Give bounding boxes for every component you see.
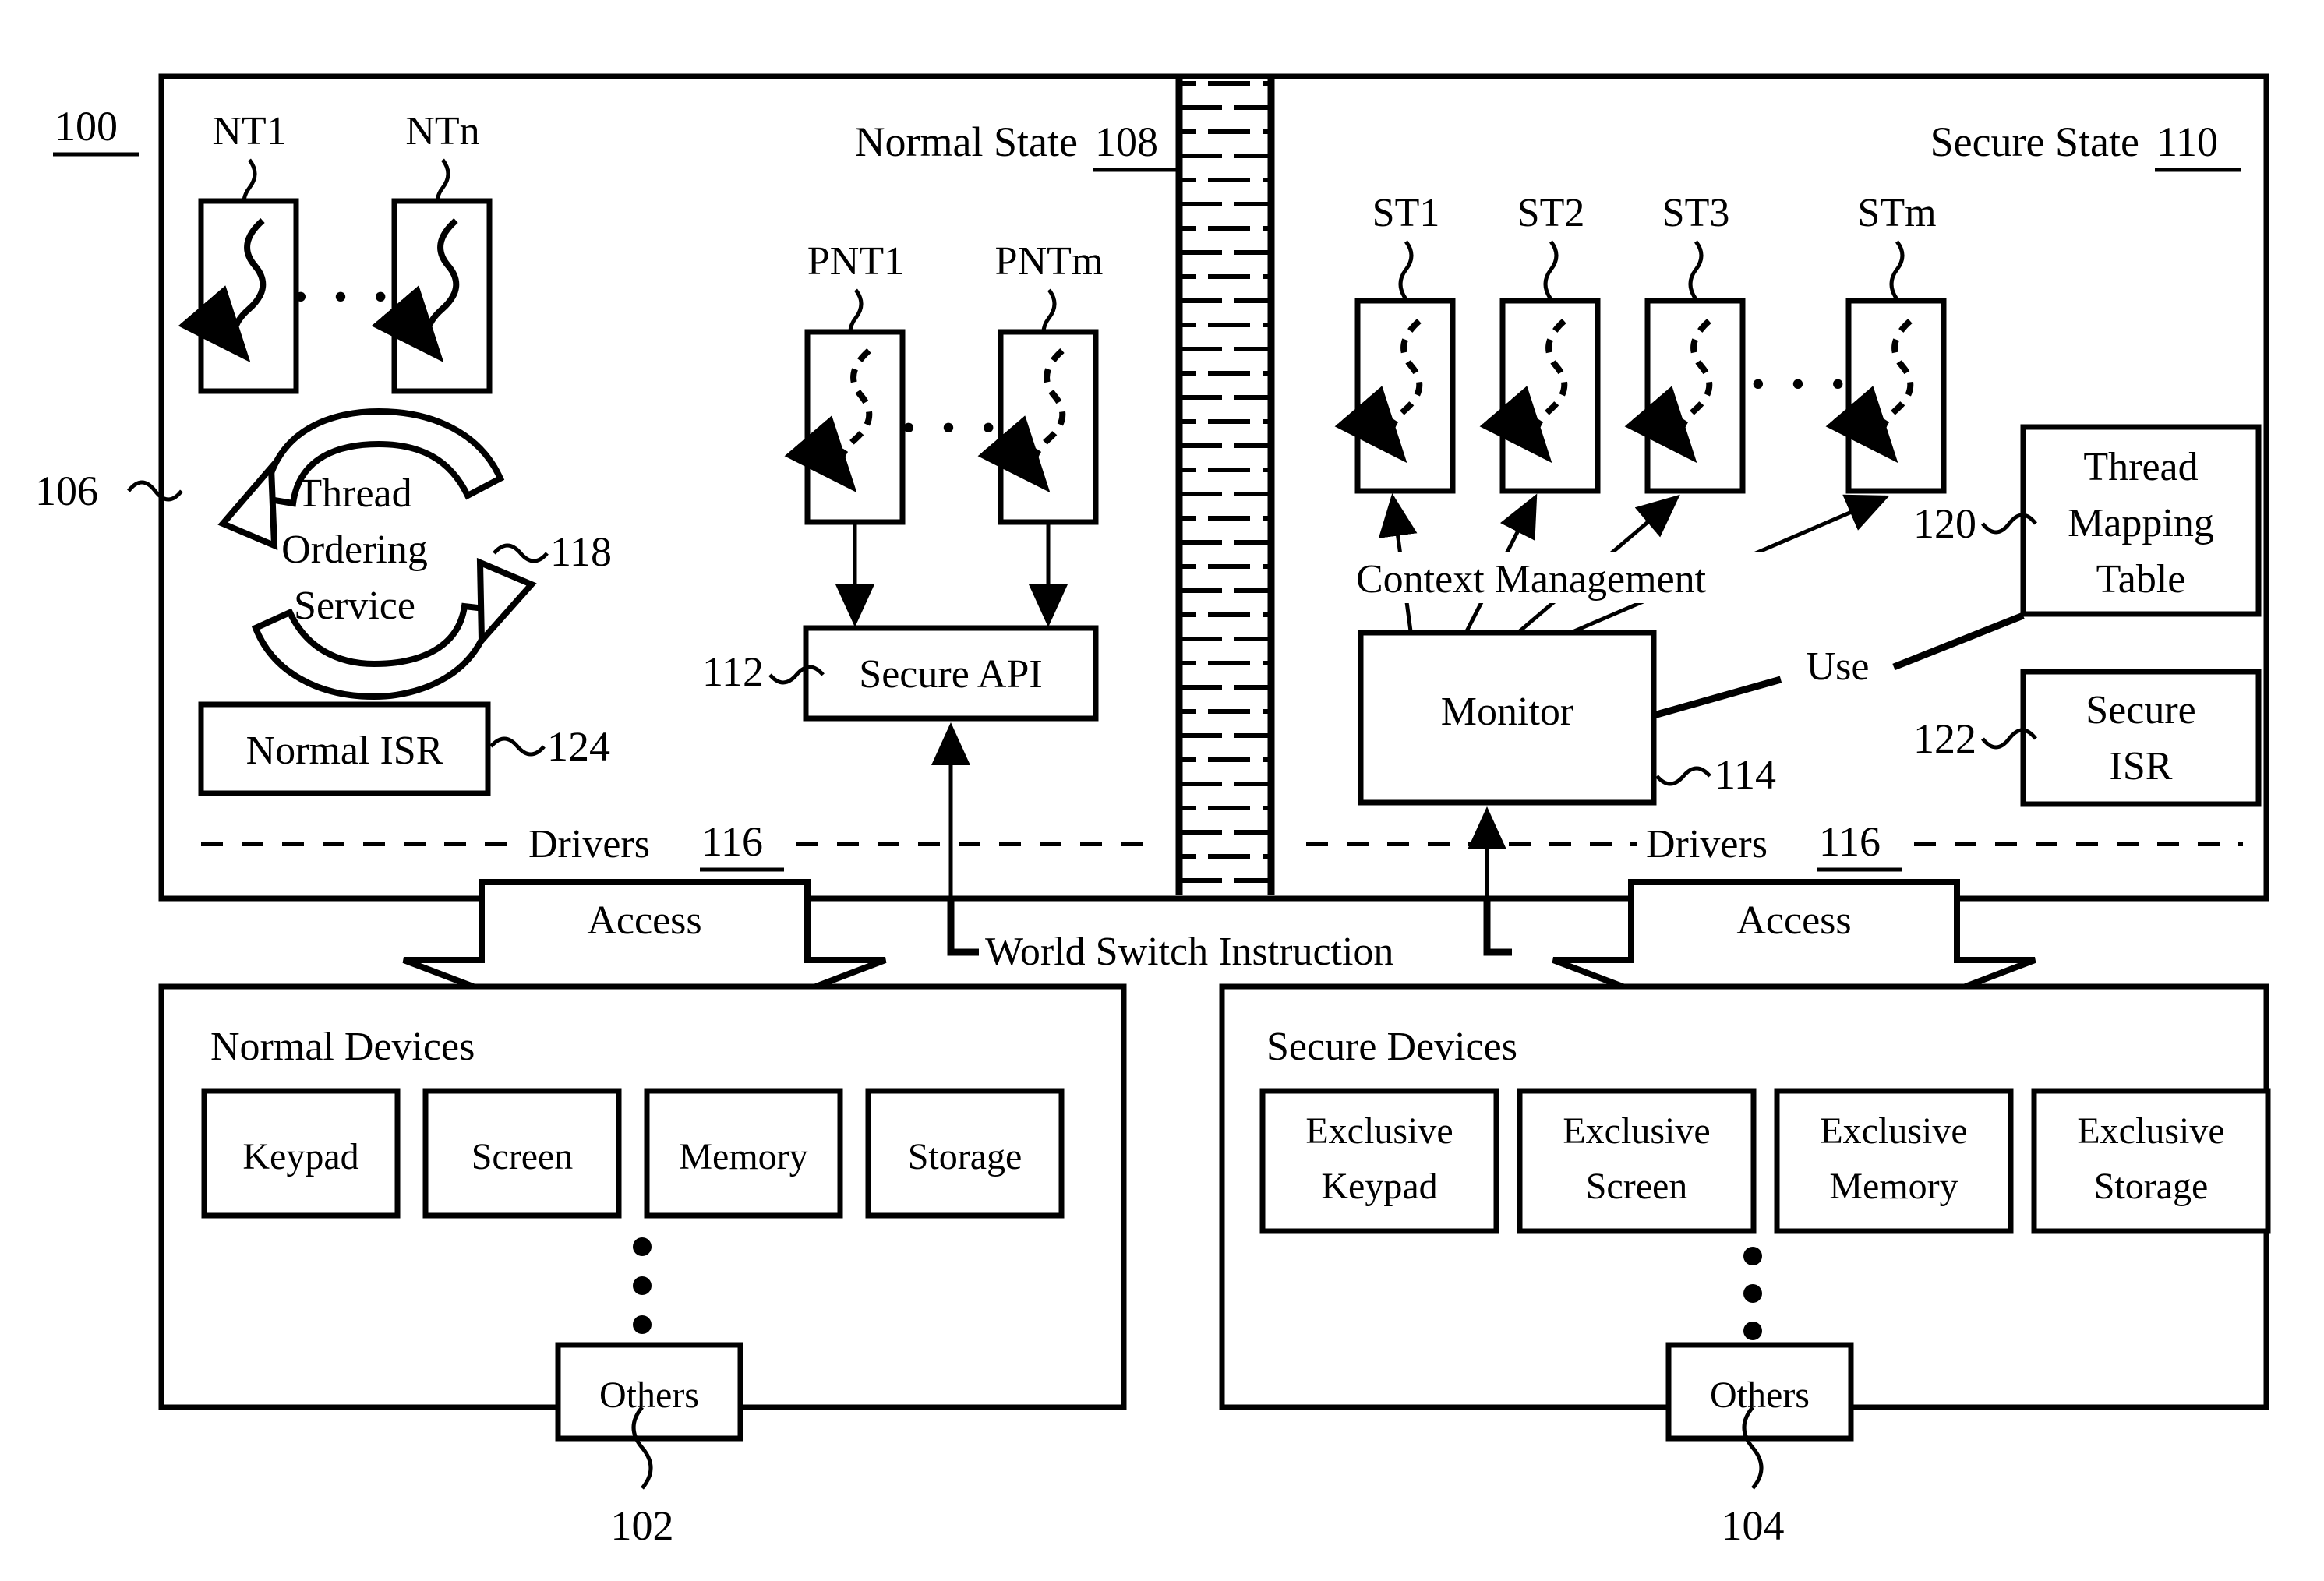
secure-device-memory-line2: Memory — [1829, 1166, 1958, 1207]
nt1-label: NT1 — [212, 109, 286, 154]
secure-devices-vdot-1 — [1743, 1247, 1762, 1265]
secure-state-title: Secure State 110 — [1930, 118, 2241, 172]
normal-thread-nt1: NT1 — [178, 109, 299, 394]
world-switch-instruction: World Switch Instruction — [947, 898, 1512, 974]
normal-state-title: Normal State 108 — [855, 118, 1179, 172]
context-management-label: Context Management — [1356, 557, 1707, 602]
ntn-box — [391, 198, 493, 394]
normal-devices-vdot-1 — [633, 1237, 652, 1256]
world-switch-label: World Switch Instruction — [985, 930, 1393, 974]
st1-box — [1354, 298, 1456, 494]
stm-box — [1845, 298, 1947, 494]
drivers-normal-ref: 116 — [701, 818, 763, 865]
normal-state-label: Normal State — [855, 118, 1078, 165]
patent-figure: 100 106 Normal State 108 Secure State 11… — [0, 0, 2324, 1581]
pntm-label: PNTm — [995, 239, 1104, 284]
access-arrow-normal-label: Access — [587, 898, 701, 943]
pnt-ellipsis: • • • — [902, 406, 1004, 450]
normal-devices-vdot-2 — [633, 1276, 652, 1295]
secure-device-storage-line2: Storage — [2094, 1166, 2209, 1207]
secure-devices-title: Secure Devices — [1266, 1025, 1517, 1069]
normal-device-screen-label: Screen — [472, 1136, 574, 1177]
normal-device-keypad-label: Keypad — [242, 1136, 358, 1177]
st2-label: ST2 — [1517, 191, 1585, 235]
tmt-line3: Table — [2096, 557, 2186, 602]
ref-124-text: 124 — [547, 723, 610, 770]
tos-line3: Service — [294, 584, 415, 628]
pntm-box — [998, 329, 1099, 525]
normal-devices: Normal Devices Keypad Screen Memory Stor… — [158, 983, 1127, 1549]
drivers-normal-label: Drivers — [528, 822, 650, 866]
ref-102-text: 102 — [611, 1502, 674, 1549]
secure-device-screen-line2: Screen — [1586, 1166, 1688, 1207]
pnt1-label: PNT1 — [807, 239, 904, 284]
secure-device-keypad-line2: Keypad — [1321, 1166, 1437, 1207]
secure-isr-line1: Secure — [2086, 688, 2195, 732]
ref-112-text: 112 — [702, 648, 764, 695]
secure-devices-vdot-3 — [1743, 1322, 1762, 1340]
ref-120-text: 120 — [1913, 500, 1976, 547]
monitor-label: Monitor — [1441, 690, 1573, 734]
nt-ellipsis: • • • — [294, 275, 396, 319]
secure-device-screen-line1: Exclusive — [1563, 1110, 1710, 1152]
normal-device-others-label: Others — [599, 1375, 699, 1416]
st1-label: ST1 — [1372, 191, 1440, 235]
world-switch-left-bracket — [947, 898, 979, 956]
normal-thread-ntn: NTn — [371, 109, 493, 394]
tmt-line2: Mapping — [2068, 501, 2214, 545]
secure-device-others-label: Others — [1710, 1375, 1810, 1416]
st3-box — [1644, 298, 1746, 494]
ref-100-text: 100 — [55, 103, 118, 150]
ref-122-text: 122 — [1913, 715, 1976, 762]
ref-118-text: 118 — [550, 528, 612, 575]
secure-device-storage-line1: Exclusive — [2077, 1110, 2224, 1152]
stm-label: STm — [1857, 191, 1936, 235]
tmt-line1: Thread — [2083, 445, 2198, 489]
normal-device-memory-label: Memory — [679, 1136, 807, 1177]
world-switch-right-bracket — [1483, 898, 1512, 956]
st3-label: ST3 — [1662, 191, 1730, 235]
secure-state-ref: 110 — [2156, 118, 2218, 165]
secure-api-label: Secure API — [859, 652, 1042, 697]
tos-line2: Ordering — [281, 528, 428, 572]
ref-100: 100 — [53, 103, 139, 157]
ref-104-text: 104 — [1722, 1502, 1785, 1549]
normal-devices-title: Normal Devices — [210, 1025, 475, 1069]
secure-devices-vdot-2 — [1743, 1284, 1762, 1303]
secure-state-label: Secure State — [1930, 118, 2139, 165]
normal-device-storage-label: Storage — [908, 1136, 1022, 1177]
drivers-secure-ref: 116 — [1819, 818, 1881, 865]
nt1-box — [198, 198, 299, 394]
normal-devices-vdot-3 — [633, 1315, 652, 1334]
tos-line1: Thread — [297, 471, 411, 516]
access-arrow-secure-label: Access — [1736, 898, 1851, 943]
secure-devices: Secure Devices Exclusive Keypad Exclusiv… — [1219, 983, 2271, 1549]
normal-isr-label: Normal ISR — [246, 729, 443, 773]
divider-hatch-fill — [1179, 79, 1271, 895]
ref-114-text: 114 — [1715, 751, 1776, 798]
secure-device-memory-line1: Exclusive — [1820, 1110, 1967, 1152]
st-ellipsis: • • • — [1751, 362, 1853, 407]
ntn-label: NTn — [405, 109, 479, 154]
drivers-secure-label: Drivers — [1646, 822, 1768, 866]
st2-box — [1499, 298, 1601, 494]
normal-state-ref: 108 — [1095, 118, 1158, 165]
secure-device-keypad-line1: Exclusive — [1305, 1110, 1453, 1152]
ref-106-text: 106 — [35, 468, 98, 514]
pnt1-box — [804, 329, 906, 525]
world-divider — [1175, 79, 1275, 895]
use-link-label: Use — [1807, 644, 1870, 689]
secure-isr-line2: ISR — [2110, 744, 2173, 789]
